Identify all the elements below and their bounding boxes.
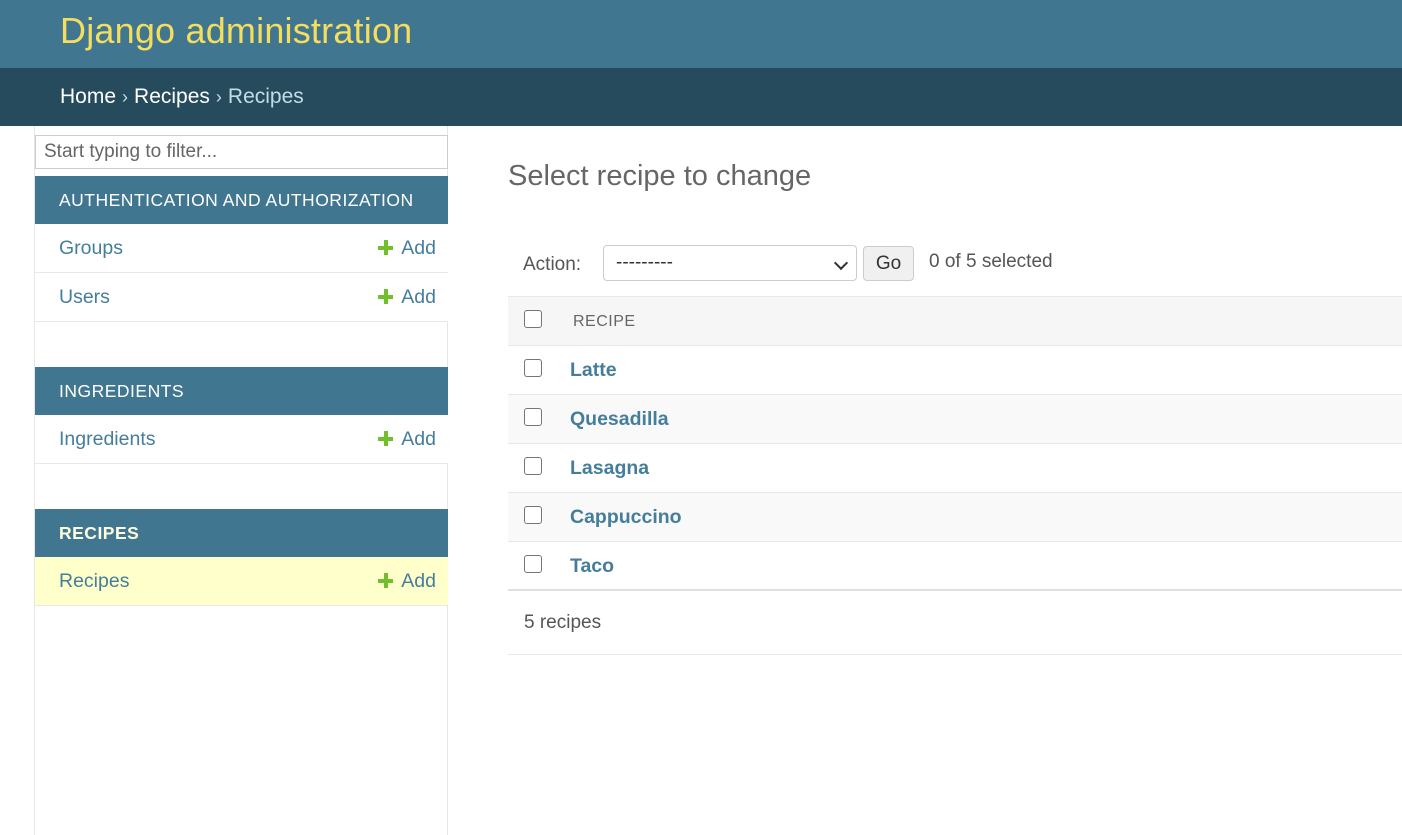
select-all-checkbox[interactable] — [524, 310, 542, 328]
table-row: Taco — [508, 542, 1402, 591]
add-label: Add — [401, 428, 436, 450]
recipe-link[interactable]: Cappuccino — [570, 493, 682, 542]
sidebar-item-recipes: Recipes Add — [35, 557, 448, 606]
breadcrumb-current: Recipes — [227, 85, 304, 108]
sidebar-link-recipes[interactable]: Recipes — [59, 557, 129, 606]
sidebar-link-users[interactable]: Users — [59, 273, 110, 322]
row-checkbox[interactable] — [524, 408, 542, 426]
sidebar-item-ingredients: Ingredients Add — [35, 415, 448, 464]
row-checkbox[interactable] — [524, 555, 542, 573]
module-ingredients: INGREDIENTS Ingredients Add — [35, 367, 448, 464]
row-checkbox[interactable] — [524, 506, 542, 524]
plus-icon — [378, 573, 394, 588]
table-row: Latte — [508, 346, 1402, 395]
breadcrumb: Home › Recipes › Recipes — [0, 68, 1402, 126]
sidebar-item-users: Users Add — [35, 273, 448, 322]
paginator: 5 recipes — [508, 591, 1402, 655]
site-header: Django administration — [0, 0, 1402, 68]
column-header-recipe[interactable]: RECIPE — [573, 297, 636, 346]
plus-icon — [378, 240, 394, 255]
actions-bar: Action: --------- Go 0 of 5 selected — [508, 244, 1402, 296]
go-button[interactable]: Go — [863, 246, 914, 281]
site-title[interactable]: Django administration — [60, 10, 412, 52]
table-header: RECIPE — [508, 297, 1402, 346]
action-label: Action: — [523, 254, 582, 275]
module-caption-recipes[interactable]: RECIPES — [35, 509, 448, 557]
recipe-link[interactable]: Latte — [570, 346, 617, 395]
row-checkbox[interactable] — [524, 457, 542, 475]
plus-icon — [378, 289, 394, 304]
main-content: Select recipe to change Action: --------… — [508, 126, 1402, 835]
module-caption-auth[interactable]: AUTHENTICATION AND AUTHORIZATION — [35, 176, 448, 224]
nav-filter-input[interactable] — [35, 135, 448, 169]
plus-icon — [378, 431, 394, 446]
action-select[interactable]: --------- — [603, 245, 857, 281]
action-select-value: --------- — [616, 252, 673, 273]
add-label: Add — [401, 286, 436, 308]
table-row: Lasagna — [508, 444, 1402, 493]
recipe-link[interactable]: Taco — [570, 542, 614, 591]
recipe-link[interactable]: Lasagna — [570, 444, 649, 493]
add-users-link[interactable]: Add — [378, 273, 436, 322]
breadcrumb-separator: › — [122, 87, 129, 107]
table-row: Quesadilla — [508, 395, 1402, 444]
add-groups-link[interactable]: Add — [378, 224, 436, 273]
sidebar-item-groups: Groups Add — [35, 224, 448, 273]
nav-sidebar: AUTHENTICATION AND AUTHORIZATION Groups … — [34, 126, 448, 835]
module-recipes: RECIPES Recipes Add — [35, 509, 448, 606]
chevron-down-icon — [833, 255, 849, 271]
breadcrumb-separator: › — [215, 87, 222, 107]
breadcrumb-home-link[interactable]: Home — [60, 85, 116, 108]
result-list-table: RECIPE Latte Quesadilla Lasagna Cappucci… — [508, 296, 1402, 591]
row-checkbox[interactable] — [524, 359, 542, 377]
sidebar-link-ingredients[interactable]: Ingredients — [59, 415, 155, 464]
selection-counter: 0 of 5 selected — [929, 251, 1053, 272]
recipe-link[interactable]: Quesadilla — [570, 395, 669, 444]
breadcrumb-app-link[interactable]: Recipes — [134, 85, 210, 108]
table-row: Cappuccino — [508, 493, 1402, 542]
add-label: Add — [401, 570, 436, 592]
module-caption-ingredients[interactable]: INGREDIENTS — [35, 367, 448, 415]
add-recipes-link[interactable]: Add — [378, 557, 436, 606]
sidebar-link-groups[interactable]: Groups — [59, 224, 123, 273]
page-title: Select recipe to change — [508, 160, 812, 192]
add-ingredients-link[interactable]: Add — [378, 415, 436, 464]
add-label: Add — [401, 237, 436, 259]
module-auth: AUTHENTICATION AND AUTHORIZATION Groups … — [35, 176, 448, 322]
